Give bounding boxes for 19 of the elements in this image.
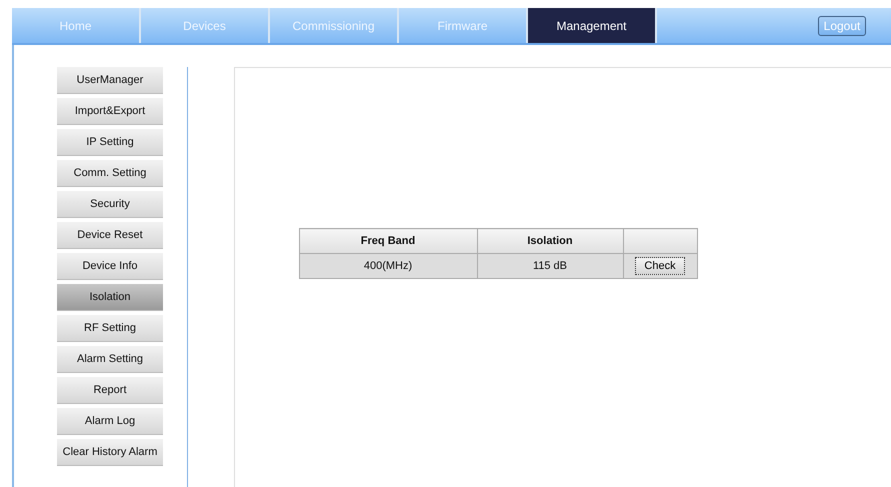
sidebar-button[interactable]: Import&Export [57, 98, 163, 125]
sidebar-button[interactable]: IP Setting [57, 129, 163, 156]
nav-tab[interactable]: Management [528, 8, 657, 43]
sidebar-button[interactable]: Comm. Setting [57, 160, 163, 187]
sidebar-button[interactable]: UserManager [57, 67, 163, 94]
sidebar-button[interactable]: Alarm Setting [57, 346, 163, 373]
check-button[interactable]: Check [635, 257, 685, 275]
table-header: Freq Band [299, 228, 477, 254]
table-header: Isolation [477, 228, 623, 254]
sidebar-button[interactable]: Security [57, 191, 163, 218]
table-cell: 115 dB [477, 254, 623, 278]
sidebar-button[interactable]: Alarm Log [57, 408, 163, 435]
sidebar-button[interactable]: Isolation [57, 284, 163, 311]
sidebar-button[interactable]: Report [57, 377, 163, 404]
sidebar-button[interactable]: Clear History Alarm [57, 439, 163, 466]
sidebar-button[interactable]: RF Setting [57, 315, 163, 342]
sidebar-button[interactable]: Device Reset [57, 222, 163, 249]
table-cell: 400(MHz) [299, 254, 477, 278]
sidebar-button[interactable]: Device Info [57, 253, 163, 280]
